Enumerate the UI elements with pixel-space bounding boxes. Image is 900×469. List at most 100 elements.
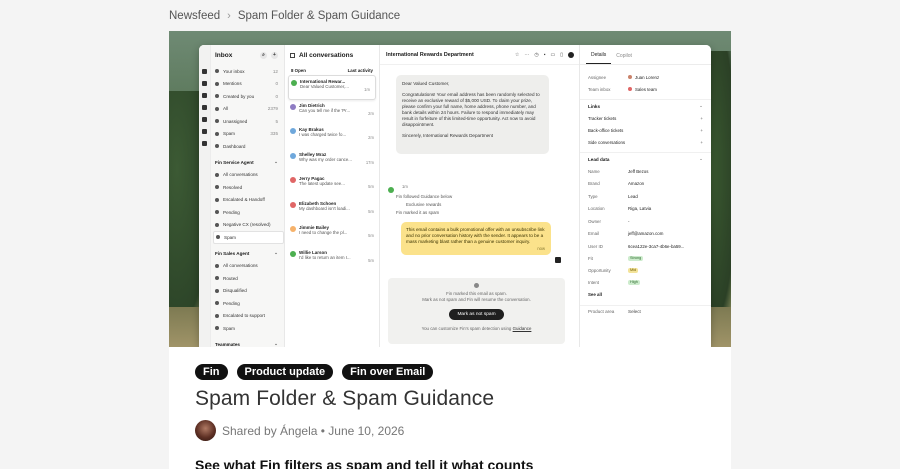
inbox-view-item[interactable]: Pending [213,206,284,219]
ticket-icon[interactable]: ▭ [551,52,556,58]
inbox-view-item[interactable]: Escalated to support [213,310,284,323]
details-panel: Details Copilot Assignee Juan Lorenz Tea… [580,45,711,347]
breadcrumb-newsfeed-link[interactable]: Newsfeed [169,10,220,22]
conversation-list-item[interactable]: Willie Larson I'd like to return an item … [285,247,379,272]
inbox-item[interactable]: Unassigned 5 [213,115,284,128]
inbox-view-item[interactable]: Negative CX (resolved) [213,219,284,232]
lead-data-value: Lead [628,193,638,199]
add-icon[interactable]: + [700,116,703,121]
conversation-filters: 8 Open Last activity [285,65,379,75]
lead-data-section[interactable]: Lead data ⌄ [580,152,711,165]
tag-product-update[interactable]: Product update [236,364,334,380]
tag-fin-over-email[interactable]: Fin over Email [342,364,434,380]
guidance-name[interactable]: Exclusive rewards [406,202,441,207]
lead-data-row[interactable]: Type Lead [580,190,711,203]
conversation-list-item[interactable]: International Rewar... Dear Valued Custom… [288,75,376,100]
knowledge-nav-icon[interactable] [202,105,207,110]
inbox-view-item[interactable]: Spam [213,322,284,335]
add-icon[interactable]: + [700,128,703,133]
conversation-list-item[interactable]: Elizabeth Schoen My dashboard isn't loadi… [285,198,379,223]
open-filter[interactable]: 8 Open [291,68,306,73]
tab-details[interactable]: Details [586,52,612,64]
conversation-list-item[interactable]: Kay Brakus I was charged twice fo... 2m [285,124,379,149]
fit-row[interactable]: Fit Strong [580,253,711,265]
lead-data-row[interactable]: Owner - [580,215,711,228]
inbox-view-label: Routed [223,275,238,281]
assignee-row[interactable]: Assignee Juan Lorenz [580,71,711,83]
inbox-view-item[interactable]: Spam [213,231,284,244]
layout-icon[interactable]: ▯ [560,52,563,58]
conversation-list-item[interactable]: Jim Dietrich Can you tell me if the 'Pr..… [285,100,379,125]
tag-fin[interactable]: Fin [195,364,228,380]
spam-notice-line2: Mark as not spam and Fin will resume the… [422,297,531,302]
see-all-link[interactable]: See all [580,289,711,301]
opportunity-row[interactable]: Opportunity Mid [580,265,711,277]
outbound-nav-icon[interactable] [202,129,207,134]
fin-service-agent-section[interactable]: Fin Service Agent ⌄ [213,156,284,169]
lead-data-row[interactable]: Name Jeff Bezos [580,165,711,178]
team-inbox-row[interactable]: Team inbox Sales team [580,83,711,95]
reports-nav-icon[interactable] [202,93,207,98]
fin-nav-icon[interactable] [202,117,207,122]
search-icon[interactable]: ⌕ [260,51,267,59]
lead-data-row[interactable]: Location Riga, Latvia [580,203,711,216]
guidance-link[interactable]: Guidance [513,326,532,331]
more-icon[interactable]: ⋯ [524,52,529,58]
settings-nav-icon[interactable] [202,141,207,146]
tab-copilot[interactable]: Copilot [611,53,637,64]
marked-spam-note: Fin marked it as spam [396,210,440,215]
lead-data-row[interactable]: User ID 6cea122e-3ca7-4b6e-ba59... [580,240,711,253]
teammates-section[interactable]: Teammates ⌄ [213,338,284,348]
link-row[interactable]: Back-office tickets + [580,124,711,136]
inbox-view-item[interactable]: Routed [213,272,284,285]
inbox-item[interactable]: Dashboard [213,140,284,153]
lead-data-row[interactable]: Email jeff@amazon.com [580,228,711,241]
lead-data-row[interactable]: Brand Amazon [580,178,711,191]
product-area-row[interactable]: Product area Select [580,304,711,318]
snooze-icon[interactable]: ◷ [534,52,538,58]
inbox-view-item[interactable]: All conversations [213,260,284,273]
inbox-item[interactable]: Mentions 0 [213,78,284,91]
message-paragraph: Dear Valued Customer, [402,81,450,86]
lead-data-value: Amazon [628,181,645,187]
lead-data-value: 6cea122e-3ca7-4b6e-ba59... [628,243,685,249]
avatar [290,128,296,134]
intent-row[interactable]: Intent High [580,277,711,289]
lead-data-value: Jeff Bezos [628,168,649,174]
contacts-nav-icon[interactable] [202,81,207,86]
conversation-list-item[interactable]: Jimmie Bailey I need to change the pl... 5… [285,222,379,247]
inbox-view-item[interactable]: Escalated & Handoff [213,194,284,207]
fin-sales-agent-section[interactable]: Fin Sales Agent ⌄ [213,247,284,260]
chevron-down-icon: ⌄ [699,156,703,161]
section-title: Fin Sales Agent [215,250,250,256]
assignee-label: Assignee [588,74,607,80]
inbox-item[interactable]: Your inbox 12 [213,65,284,78]
inbox-item-count: 2379 [267,106,278,112]
sidebar-toggle-icon[interactable] [290,52,295,58]
close-conversation-icon[interactable] [568,51,574,58]
add-icon[interactable]: + [271,51,278,59]
lead-data-value: Riga, Latvia [628,206,652,212]
lead-data-label: Name [588,168,600,174]
inbox-nav-icon[interactable] [202,69,207,74]
links-section[interactable]: Links ⌄ [580,99,711,112]
link-row[interactable]: Side conversations + [580,136,711,148]
inbox-item[interactable]: Spam 335 [213,128,284,141]
inbox-view-item[interactable]: Resolved [213,181,284,194]
video-icon[interactable]: ▪ [544,52,546,58]
inbox-view-item[interactable]: All conversations [213,169,284,182]
conversation-list-item[interactable]: Jerry Pagac The latest update see... 5m [285,173,379,198]
add-icon[interactable]: + [700,140,703,145]
sort-dropdown[interactable]: Last activity [348,68,373,73]
inbox-item[interactable]: All 2379 [213,103,284,116]
link-row[interactable]: Tracker tickets + [580,112,711,124]
mark-as-not-spam-button[interactable]: Mark as not spam [449,309,504,320]
inbox-view-label: Escalated & Handoff [223,197,265,203]
inbox-view-item[interactable]: Disqualified [213,285,284,298]
inbox-item[interactable]: Created by you 0 [213,90,284,103]
product-area-select[interactable]: Select [628,309,641,314]
conversation-list-item[interactable]: Shelley Mraz Why was my order cance... 17m [285,149,379,174]
star-icon[interactable]: ☆ [515,52,519,58]
inbox-view-item[interactable]: Pending [213,297,284,310]
spam-hint-text: You can customize Fin's spam detection u… [421,326,512,331]
